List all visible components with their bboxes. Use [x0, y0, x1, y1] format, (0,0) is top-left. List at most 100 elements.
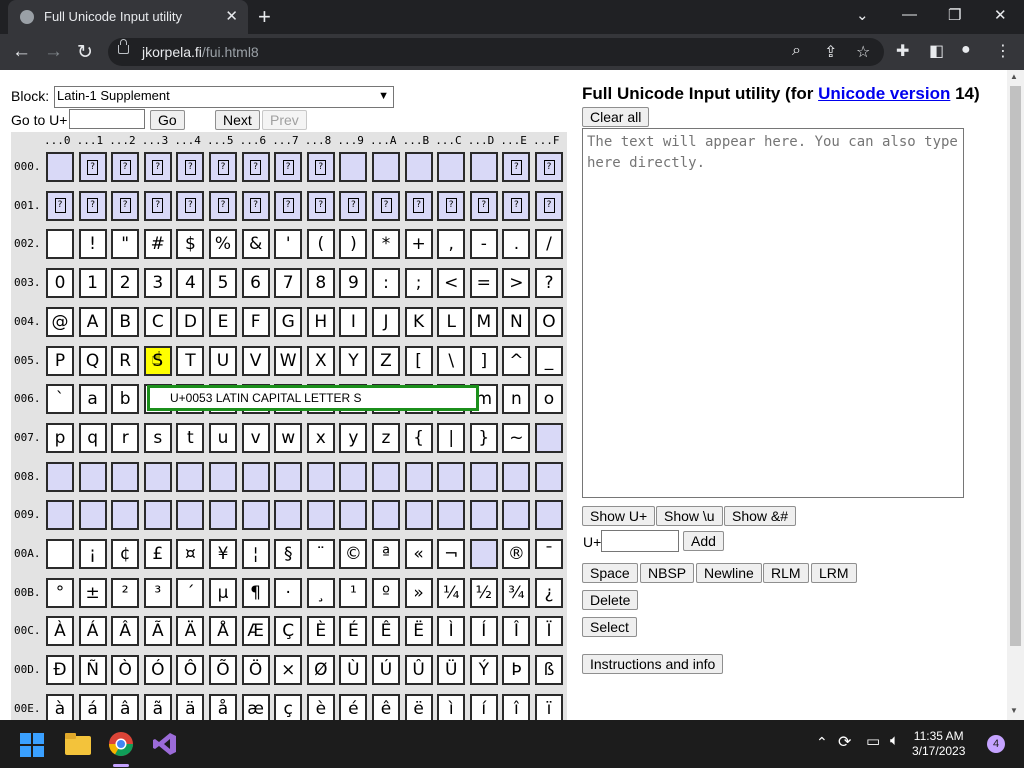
- char-cell[interactable]: ?: [535, 268, 563, 299]
- char-cell[interactable]: @: [46, 306, 74, 337]
- minimize-icon[interactable]: —: [902, 6, 917, 23]
- char-cell[interactable]: ¤: [176, 539, 205, 569]
- char-cell[interactable]: ?: [209, 152, 237, 182]
- char-cell[interactable]: w: [274, 422, 303, 453]
- char-cell[interactable]: M: [469, 306, 498, 337]
- char-cell[interactable]: =: [469, 268, 498, 299]
- file-explorer-icon[interactable]: [65, 733, 91, 755]
- char-cell[interactable]: N: [502, 306, 531, 337]
- char-cell[interactable]: 5: [209, 268, 237, 299]
- char-cell[interactable]: ?: [372, 190, 400, 221]
- char-cell[interactable]: [339, 152, 368, 182]
- delete-button[interactable]: Delete: [582, 590, 639, 610]
- char-cell[interactable]: F: [241, 306, 270, 337]
- char-cell[interactable]: ?: [306, 190, 335, 221]
- char-cell[interactable]: ?: [143, 190, 172, 221]
- char-cell[interactable]: Ã: [143, 616, 172, 647]
- char-cell[interactable]: _: [535, 345, 563, 376]
- char-cell[interactable]: H: [306, 306, 335, 337]
- char-cell[interactable]: °: [46, 577, 74, 608]
- char-cell[interactable]: L: [437, 306, 466, 337]
- char-cell[interactable]: ?: [535, 152, 563, 182]
- char-cell[interactable]: ?: [111, 190, 140, 221]
- char-cell[interactable]: $: [176, 229, 205, 260]
- char-cell[interactable]: o: [535, 384, 563, 415]
- char-cell[interactable]: `: [46, 384, 74, 415]
- char-cell[interactable]: !: [78, 229, 107, 260]
- go-button[interactable]: Go: [150, 110, 185, 130]
- prev-button[interactable]: Prev: [262, 110, 307, 130]
- back-icon[interactable]: ←: [12, 41, 31, 63]
- char-cell[interactable]: |: [437, 422, 466, 453]
- char-cell[interactable]: á: [78, 693, 107, 720]
- extensions-icon[interactable]: ✚: [896, 41, 909, 61]
- char-cell[interactable]: [306, 461, 335, 492]
- char-cell[interactable]: ?: [306, 152, 335, 182]
- unicode-version-link[interactable]: Unicode version: [818, 84, 950, 103]
- newline-button[interactable]: Newline: [696, 563, 762, 583]
- network-icon[interactable]: ▭: [866, 732, 880, 750]
- reload-icon[interactable]: ↻: [77, 41, 93, 64]
- char-cell[interactable]: ?: [241, 190, 270, 221]
- char-cell[interactable]: ?: [469, 190, 498, 221]
- text-editor[interactable]: [582, 128, 964, 498]
- char-cell[interactable]: Õ: [209, 655, 237, 686]
- char-cell[interactable]: ?: [111, 152, 140, 182]
- goto-input[interactable]: [69, 109, 145, 129]
- uplus-input[interactable]: [601, 530, 679, 552]
- char-cell[interactable]: 8: [306, 268, 335, 299]
- instructions-button[interactable]: Instructions and info: [582, 654, 724, 674]
- char-cell[interactable]: Æ: [241, 616, 270, 647]
- char-cell[interactable]: ³: [143, 577, 172, 608]
- show-uplus-button[interactable]: Show U+: [582, 506, 656, 526]
- char-cell[interactable]: Î: [502, 616, 531, 647]
- char-cell[interactable]: [372, 152, 400, 182]
- char-cell[interactable]: E: [209, 306, 237, 337]
- char-cell[interactable]: [46, 539, 74, 569]
- char-cell[interactable]: u: [209, 422, 237, 453]
- char-cell[interactable]: È: [306, 616, 335, 647]
- char-cell[interactable]: î: [502, 693, 531, 720]
- clear-all-button[interactable]: Clear all: [582, 107, 650, 127]
- char-cell[interactable]: [339, 500, 368, 531]
- char-cell[interactable]: £: [143, 539, 172, 569]
- char-cell[interactable]: [176, 500, 205, 531]
- char-cell[interactable]: ¨: [306, 539, 335, 569]
- show-backslash-u-button[interactable]: Show \u: [656, 506, 723, 526]
- notification-badge[interactable]: 4: [987, 735, 1005, 753]
- char-cell[interactable]: ¸: [306, 577, 335, 608]
- char-cell[interactable]: [241, 461, 270, 492]
- char-cell[interactable]: [111, 461, 140, 492]
- forward-icon[interactable]: →: [44, 41, 63, 63]
- char-cell[interactable]: ¡: [78, 539, 107, 569]
- char-cell[interactable]: Ä: [176, 616, 205, 647]
- char-cell[interactable]: Q: [78, 345, 107, 376]
- scroll-down-icon[interactable]: ▼: [1010, 706, 1018, 715]
- char-cell[interactable]: [502, 461, 531, 492]
- char-cell[interactable]: Ö: [241, 655, 270, 686]
- select-button[interactable]: Select: [582, 617, 637, 637]
- char-cell[interactable]: ?: [143, 152, 172, 182]
- char-cell[interactable]: n: [502, 384, 531, 415]
- char-cell[interactable]: O: [535, 306, 563, 337]
- char-cell[interactable]: [535, 461, 563, 492]
- char-cell[interactable]: Ñ: [78, 655, 107, 686]
- char-cell[interactable]: [46, 152, 74, 182]
- char-cell[interactable]: T: [176, 345, 205, 376]
- char-cell[interactable]: ): [339, 229, 368, 260]
- address-bar[interactable]: jkorpela.fi/fui.html8 ⌕ ⇪ ☆: [108, 38, 884, 66]
- char-cell[interactable]: [339, 461, 368, 492]
- profile-icon[interactable]: ●: [961, 41, 971, 59]
- char-cell[interactable]: ?: [209, 190, 237, 221]
- char-cell[interactable]: 2: [111, 268, 140, 299]
- block-select[interactable]: Latin-1 Supplement ▼: [54, 86, 394, 108]
- char-cell[interactable]: K: [404, 306, 433, 337]
- char-cell[interactable]: º: [372, 577, 400, 608]
- char-cell[interactable]: ?: [78, 190, 107, 221]
- char-cell[interactable]: &: [241, 229, 270, 260]
- char-cell[interactable]: [372, 461, 400, 492]
- char-cell[interactable]: [143, 461, 172, 492]
- char-cell[interactable]: ]: [469, 345, 498, 376]
- char-cell[interactable]: -: [469, 229, 498, 260]
- char-cell[interactable]: ?: [502, 190, 531, 221]
